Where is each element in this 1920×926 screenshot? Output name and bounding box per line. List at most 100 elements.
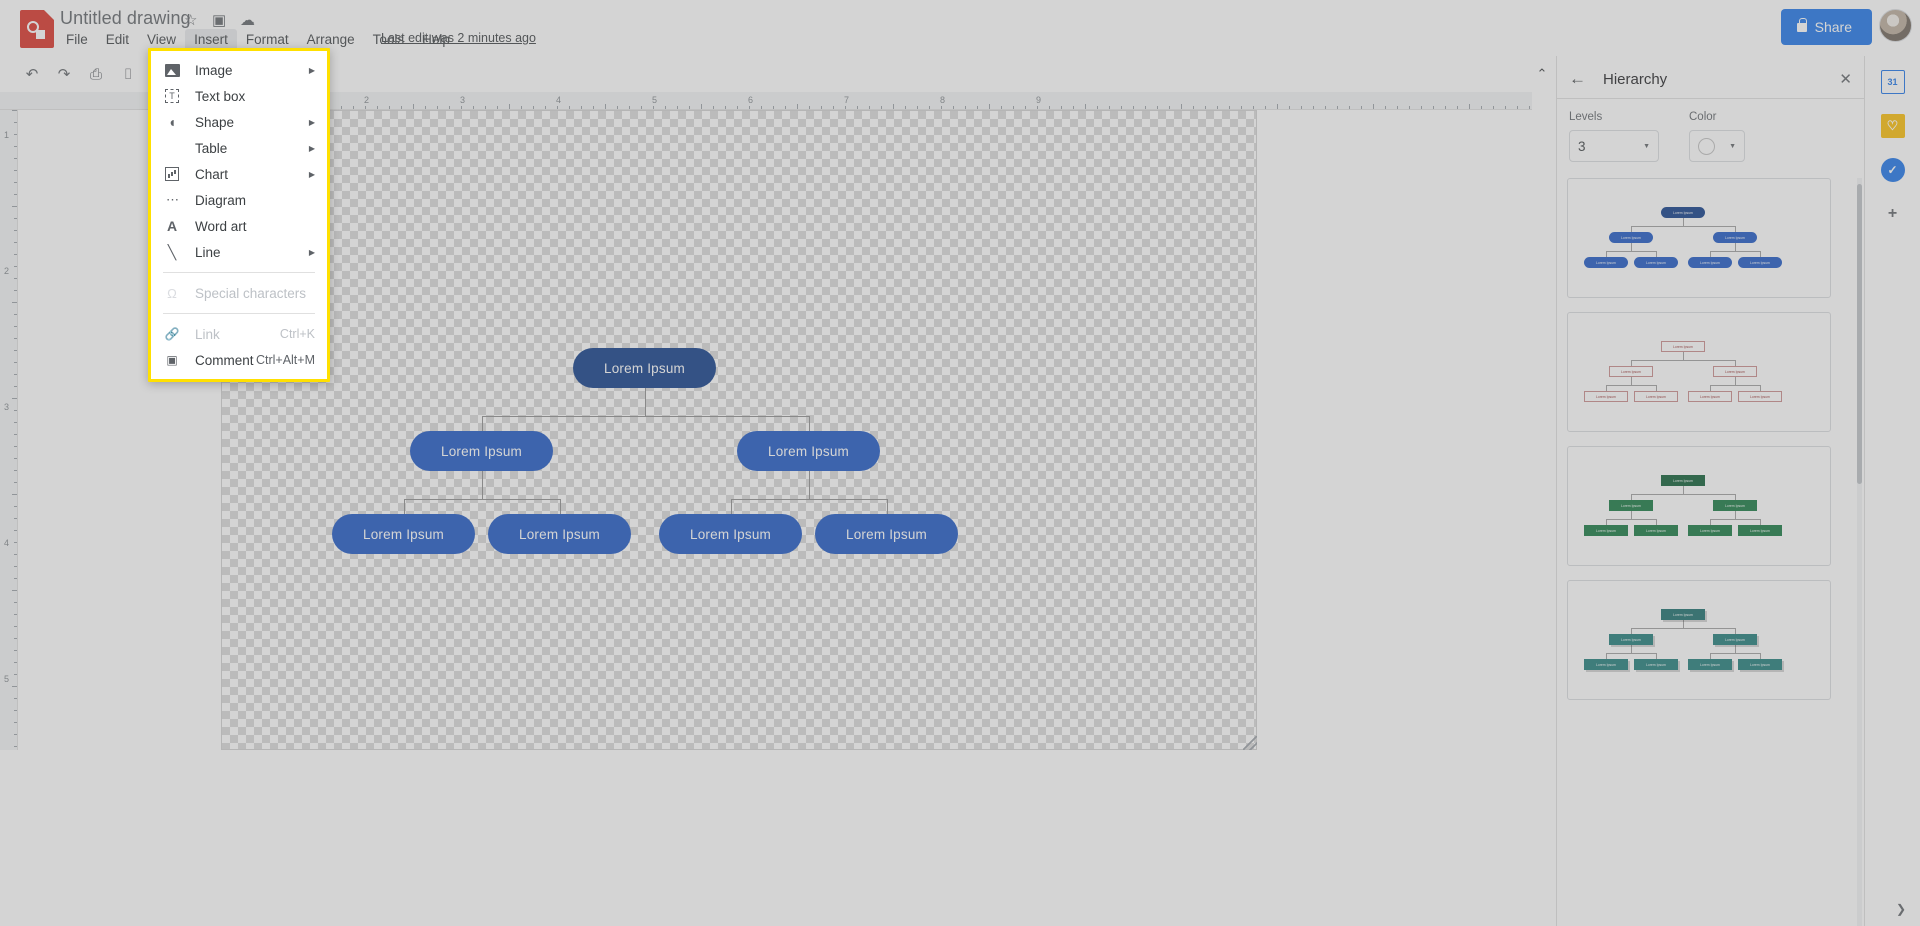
last-edit-link[interactable]: Last edit was 2 minutes ago [381, 31, 536, 45]
ruler-tick [12, 110, 17, 111]
calendar-icon[interactable]: 31 [1880, 70, 1905, 94]
ruler-tick [665, 106, 666, 109]
ruler-tick [605, 104, 606, 109]
side-panel-header: ← Hierarchy ✕ [1557, 60, 1864, 98]
insert-menu-item-table[interactable]: Table ▶ [151, 135, 327, 161]
insert-menu-item-line[interactable]: ╲ Line ▶ [151, 239, 327, 265]
ruler-label: 2 [4, 266, 10, 276]
insert-menu-item-chart[interactable]: Chart ▶ [151, 161, 327, 187]
menu-edit[interactable]: Edit [97, 29, 138, 51]
menu-file[interactable]: File [57, 29, 97, 51]
print-button[interactable]: ⎙ [82, 60, 110, 88]
thumbnail-connector [1631, 511, 1632, 519]
move-to-folder-icon[interactable]: ▣ [212, 11, 226, 29]
wordart-icon: A [166, 218, 178, 234]
back-arrow-icon[interactable]: ← [1569, 69, 1589, 89]
page-resize-handle[interactable] [1243, 736, 1257, 750]
document-title[interactable]: Untitled drawing [60, 8, 191, 29]
thumbnail-connector [1735, 645, 1736, 653]
cloud-saved-icon[interactable]: ☁ [240, 11, 255, 29]
ruler-tick [14, 638, 17, 639]
ruler-tick [14, 662, 17, 663]
ruler-tick [929, 106, 930, 109]
ruler-tick [14, 746, 17, 747]
ruler-tick [1517, 106, 1518, 109]
ruler-label: 7 [844, 95, 850, 105]
diagram-node[interactable]: Lorem Ipsum [737, 431, 880, 471]
ruler-tick [425, 106, 426, 109]
insert-menu-item-shape[interactable]: ◖ Shape ▶ [151, 109, 327, 135]
textbox-icon: T [163, 87, 181, 105]
keyboard-shortcut: Ctrl+Alt+M [255, 353, 315, 367]
thumbnail-connector [1683, 486, 1684, 494]
color-select[interactable]: ▼ [1689, 130, 1745, 162]
redo-button[interactable]: ↷ [50, 60, 78, 88]
add-app-icon[interactable]: + [1881, 202, 1905, 226]
thumbnail-node: Lorem Ipsum [1738, 525, 1782, 536]
expand-rail-icon[interactable]: ❯ [1896, 902, 1906, 916]
diagram-node[interactable]: Lorem Ipsum [659, 514, 802, 554]
share-button[interactable]: Share [1780, 9, 1872, 45]
diagram-node[interactable]: Lorem Ipsum [332, 514, 475, 554]
template-thumbnail[interactable]: Lorem Ipsum Lorem Ipsum Lorem Ipsum Lorem I… [1567, 580, 1831, 700]
ruler-tick [14, 122, 17, 123]
connector-line [403, 499, 560, 500]
ruler-tick [1373, 104, 1374, 109]
insert-menu-item-comment[interactable]: ▣ Comment Ctrl+Alt+M [151, 347, 327, 373]
insert-menu-item-image[interactable]: Image ▶ [151, 57, 327, 83]
ruler-tick [413, 104, 414, 109]
thumbnail-node: Lorem Ipsum [1661, 609, 1705, 620]
diagram-node[interactable]: Lorem Ipsum [410, 431, 553, 471]
collapse-toolbar-button[interactable]: ⌃ [1528, 60, 1556, 88]
diagram-node[interactable]: Lorem Ipsum [488, 514, 631, 554]
menu-item-label: Text box [195, 88, 246, 104]
ruler-tick [14, 626, 17, 627]
menu-item-label: Table [195, 140, 228, 156]
diagram-node[interactable]: Lorem Ipsum [573, 348, 716, 388]
insert-menu-item-text-box[interactable]: T Text box [151, 83, 327, 109]
user-avatar[interactable] [1879, 9, 1912, 42]
template-thumbnail[interactable]: Lorem Ipsum Lorem Ipsum Lorem Ipsum Lorem I… [1567, 312, 1831, 432]
ruler-tick [14, 278, 17, 279]
drawing-page[interactable]: Lorem Ipsum Lorem Ipsum Lorem Ipsum Lorem I… [221, 110, 1257, 750]
ruler-tick [12, 494, 17, 495]
ruler-tick [14, 530, 17, 531]
close-icon[interactable]: ✕ [1839, 70, 1852, 88]
template-thumbnail[interactable]: Lorem Ipsum Lorem Ipsum Lorem Ipsum Lorem I… [1567, 446, 1831, 566]
paint-format-button[interactable]: ⌷ [114, 60, 142, 88]
ruler-tick [881, 106, 882, 109]
ruler-tick [12, 302, 17, 303]
chevron-right-icon: ▶ [308, 143, 315, 153]
diagram-node[interactable]: Lorem Ipsum [815, 514, 958, 554]
keep-icon[interactable]: ♡ [1880, 114, 1905, 138]
ruler-tick [14, 350, 17, 351]
insert-menu-item-word-art[interactable]: A Word art [151, 213, 327, 239]
thumbnail-node: Lorem Ipsum [1688, 257, 1732, 268]
menu-item-label: Chart [195, 166, 229, 182]
star-icon[interactable]: ☆ [184, 11, 197, 29]
thumbnail-node: Lorem Ipsum [1738, 257, 1782, 268]
template-list[interactable]: Lorem Ipsum Lorem Ipsum Lorem Ipsum Lorem I… [1557, 178, 1865, 926]
ruler-tick [989, 104, 990, 109]
insert-menu-dropdown[interactable]: Image ▶ T Text box ◖ Shape ▶ Table ▶ Chart ▶ ⋯ Diagr… [148, 48, 330, 382]
insert-menu-item-diagram[interactable]: ⋯ Diagram [151, 187, 327, 213]
ruler-tick [14, 566, 17, 567]
ruler-tick [1361, 106, 1362, 109]
undo-button[interactable]: ↶ [18, 60, 46, 88]
tasks-icon[interactable]: ✓ [1880, 158, 1905, 182]
link-icon: 🔗 [164, 327, 180, 341]
template-thumbnail[interactable]: Lorem Ipsum Lorem Ipsum Lorem Ipsum Lorem I… [1567, 178, 1831, 298]
ruler-tick [1145, 106, 1146, 109]
insert-menu-item-link: 🔗 Link Ctrl+K [151, 321, 327, 347]
ruler-tick [749, 106, 750, 109]
connector-line [481, 416, 809, 417]
ruler-tick [1313, 106, 1314, 109]
menu-item-label: Word art [195, 218, 247, 234]
ruler-tick [1337, 106, 1338, 109]
scrollbar-thumb[interactable] [1857, 184, 1862, 484]
ruler-tick [14, 374, 17, 375]
thumbnail-connector [1606, 519, 1656, 520]
connector-line [808, 416, 810, 431]
thumbnail-node: Lorem Ipsum [1584, 659, 1628, 670]
levels-select[interactable]: 3 ▼ [1569, 130, 1659, 162]
